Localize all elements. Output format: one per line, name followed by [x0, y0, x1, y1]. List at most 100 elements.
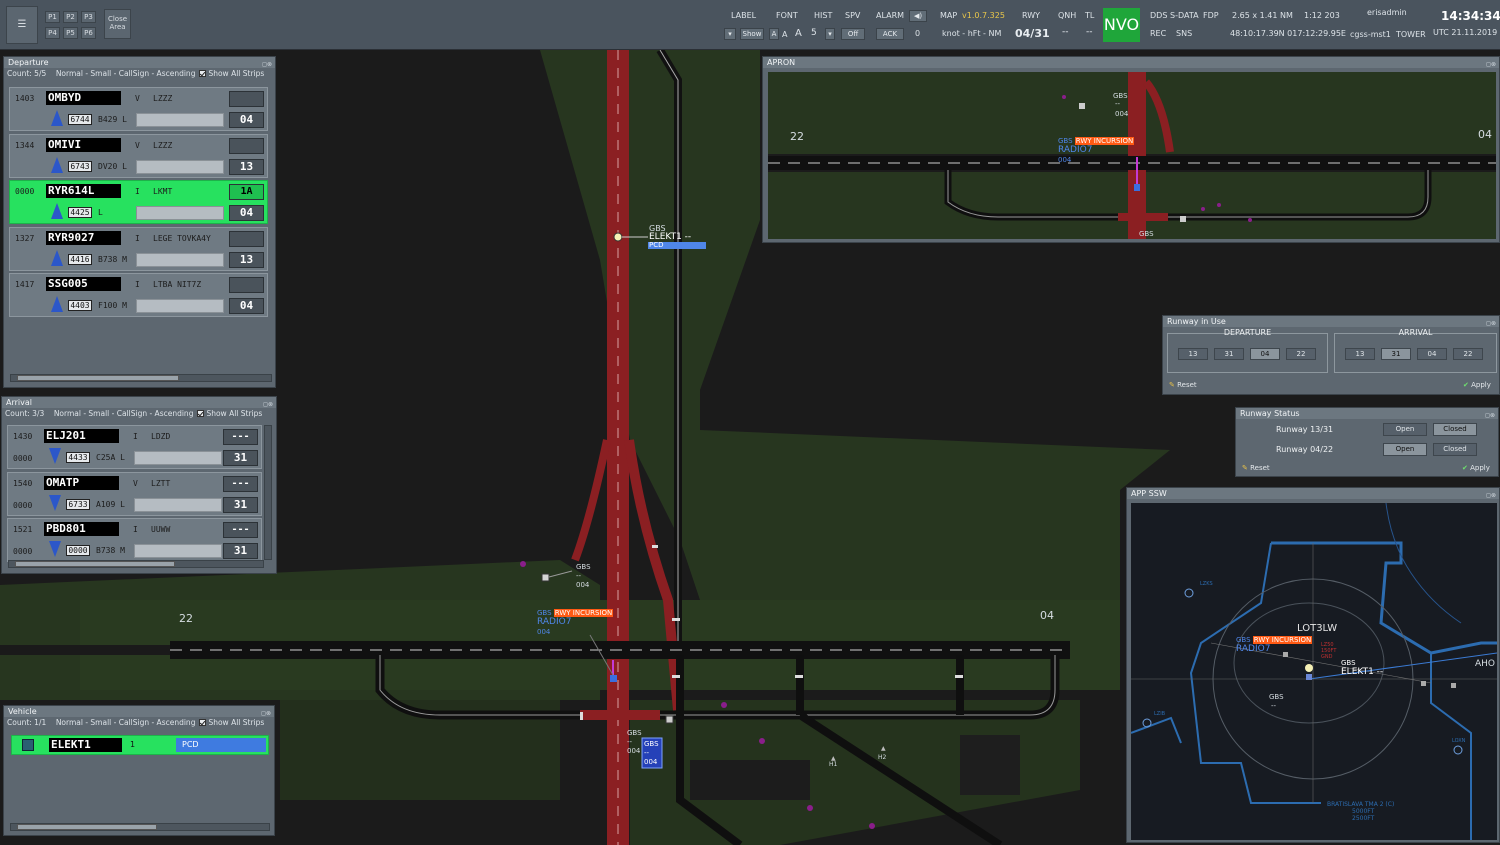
strip-runway[interactable]: 04: [229, 112, 264, 128]
arrival-runway-04[interactable]: 04: [1417, 348, 1447, 360]
strip-callsign[interactable]: RYR614L: [46, 184, 121, 198]
departure-runway-22[interactable]: 22: [1286, 348, 1316, 360]
apron-header[interactable]: APRON ◻⊗: [763, 57, 1499, 68]
strip-holding-point[interactable]: 1A: [229, 184, 264, 200]
strip-input-field[interactable]: [134, 497, 222, 512]
strip-callsign[interactable]: ELJ201: [44, 429, 119, 443]
apron-map[interactable]: [768, 72, 1496, 239]
vertical-scrollbar[interactable]: [264, 425, 272, 560]
runway-13-31-open[interactable]: Open: [1383, 423, 1427, 436]
window-controls-icon[interactable]: ◻⊗: [1486, 59, 1496, 70]
strip-input-field[interactable]: [136, 252, 224, 267]
departure-strip[interactable]: 1344 OMIVI V LZZZ 6743 DV20 L 13: [9, 133, 268, 178]
label-dropdown[interactable]: ▾: [724, 28, 736, 40]
hist-spinner[interactable]: ▾: [825, 28, 835, 40]
preset-p6[interactable]: P6: [81, 27, 96, 39]
strip-runway[interactable]: 04: [229, 205, 264, 221]
checkbox-icon[interactable]: [199, 719, 207, 726]
window-controls-icon[interactable]: ◻⊗: [263, 399, 273, 410]
departure-strip[interactable]: 1403 OMBYD V LZZZ 6744 B429 L 04: [9, 87, 268, 131]
strip-callsign[interactable]: OMIVI: [46, 137, 121, 152]
approach-elekt1-label[interactable]: ELEKT1 --: [1341, 668, 1383, 677]
horizontal-scrollbar[interactable]: [10, 823, 270, 831]
font-size-small[interactable]: A: [769, 28, 779, 40]
strip-status[interactable]: ---: [223, 429, 258, 445]
label-show-button[interactable]: Show: [740, 28, 764, 40]
horizontal-scrollbar[interactable]: [10, 374, 272, 382]
horizontal-scrollbar[interactable]: [8, 560, 264, 568]
arrival-strip[interactable]: 1430 0000 ELJ201 I LDZD --- 4433 C25A L 31: [7, 425, 262, 469]
window-controls-icon[interactable]: ◻⊗: [261, 708, 271, 719]
scroll-thumb[interactable]: [17, 375, 179, 381]
runway-in-use-header[interactable]: Runway in Use ◻⊗: [1163, 316, 1499, 327]
departure-runway-13[interactable]: 13: [1178, 348, 1208, 360]
strip-input-field[interactable]: [136, 159, 224, 174]
spv-dropdown[interactable]: Off: [841, 28, 865, 40]
strip-runway[interactable]: 13: [229, 158, 264, 175]
preset-p2[interactable]: P2: [63, 11, 78, 23]
sns-button[interactable]: SNS: [1176, 29, 1192, 38]
runway-13-31-closed[interactable]: Closed: [1433, 423, 1477, 436]
strip-callsign[interactable]: OMBYD: [46, 91, 121, 105]
vehicle-header[interactable]: Vehicle ◻⊗: [4, 706, 274, 717]
arrival-strip[interactable]: 1540 0000 OMATP V LZTT --- 6733 A109 L 31: [7, 471, 262, 516]
window-controls-icon[interactable]: ◻⊗: [262, 59, 272, 70]
nvo-indicator[interactable]: NVO: [1103, 8, 1140, 42]
approach-radar-map[interactable]: [1131, 503, 1497, 840]
preset-p5[interactable]: P5: [63, 27, 78, 39]
approach-radio7-label[interactable]: RADIO7: [1236, 645, 1270, 654]
strip-runway[interactable]: 31: [223, 543, 258, 559]
strip-squawk[interactable]: 6733: [66, 498, 90, 510]
strip-holding-point[interactable]: [229, 230, 264, 247]
strip-runway[interactable]: 13: [229, 251, 264, 268]
strip-holding-point[interactable]: [229, 91, 264, 107]
ack-button[interactable]: ACK: [876, 28, 904, 40]
strip-callsign[interactable]: OMATP: [44, 475, 119, 490]
strip-squawk[interactable]: 4433: [66, 452, 90, 463]
apply-button[interactable]: ✔ Apply: [1463, 381, 1491, 389]
radio7-label[interactable]: RADIO7: [537, 618, 571, 627]
strip-runway[interactable]: 31: [223, 496, 258, 513]
font-size-large[interactable]: A: [795, 28, 802, 39]
window-controls-icon[interactable]: ◻⊗: [1486, 490, 1496, 501]
strip-squawk[interactable]: 4416: [68, 253, 92, 265]
speaker-icon[interactable]: ◀): [909, 10, 927, 22]
rec-button[interactable]: REC: [1150, 29, 1166, 38]
apply-button[interactable]: ✔ Apply: [1462, 464, 1490, 472]
runway-status-header[interactable]: Runway Status ◻⊗: [1236, 408, 1498, 419]
strip-status[interactable]: ---: [223, 475, 258, 492]
strip-holding-point[interactable]: [229, 137, 264, 154]
strip-callsign[interactable]: RYR9027: [46, 230, 121, 245]
strip-holding-point[interactable]: [229, 277, 264, 293]
departure-strip[interactable]: 1327 RYR9027 I LEGE TOVKA4Y 4416 B738 M 13: [9, 226, 268, 271]
departure-strip[interactable]: 0000 RYR614L I LKMT 1A 4425 L 04: [9, 180, 268, 224]
arrival-header[interactable]: Arrival ◻⊗: [2, 397, 276, 408]
window-controls-icon[interactable]: ◻⊗: [1485, 410, 1495, 421]
menu-icon[interactable]: ☰: [6, 6, 38, 44]
preset-p4[interactable]: P4: [45, 27, 60, 39]
departure-runway-04[interactable]: 04: [1250, 348, 1280, 360]
strip-squawk[interactable]: 6744: [68, 114, 92, 125]
runway-04-22-open[interactable]: Open: [1383, 443, 1427, 456]
scroll-thumb[interactable]: [15, 561, 175, 567]
strip-input-field[interactable]: [136, 206, 224, 220]
sort-mode[interactable]: Normal - Small - CallSign - Ascending: [56, 718, 196, 727]
apron-radio7-label[interactable]: RADIO7: [1058, 146, 1092, 155]
map-units[interactable]: knot - hFt - NM: [942, 29, 1001, 38]
preset-p1[interactable]: P1: [45, 11, 60, 23]
font-size-medium[interactable]: A: [782, 30, 787, 39]
departure-runway-31[interactable]: 31: [1214, 348, 1244, 360]
arrival-runway-22[interactable]: 22: [1453, 348, 1483, 360]
arrival-runway-13[interactable]: 13: [1345, 348, 1375, 360]
strip-input-field[interactable]: [134, 451, 222, 465]
strip-callsign[interactable]: PBD801: [44, 522, 119, 536]
strip-runway[interactable]: 31: [223, 450, 258, 466]
arrival-strip[interactable]: 1521 0000 PBD801 I UUWW --- 0000 B738 M 31: [7, 518, 262, 562]
runway-04-22-closed[interactable]: Closed: [1433, 443, 1477, 456]
departure-strip[interactable]: 1417 SSG005 I LTBA NIT7Z 4403 F100 M 04: [9, 273, 268, 317]
fdp-button[interactable]: FDP: [1203, 11, 1219, 20]
preset-p3[interactable]: P3: [81, 11, 96, 23]
departure-header[interactable]: Departure ◻⊗: [4, 57, 275, 68]
strip-callsign[interactable]: SSG005: [46, 277, 121, 291]
strip-status[interactable]: ---: [223, 522, 258, 538]
